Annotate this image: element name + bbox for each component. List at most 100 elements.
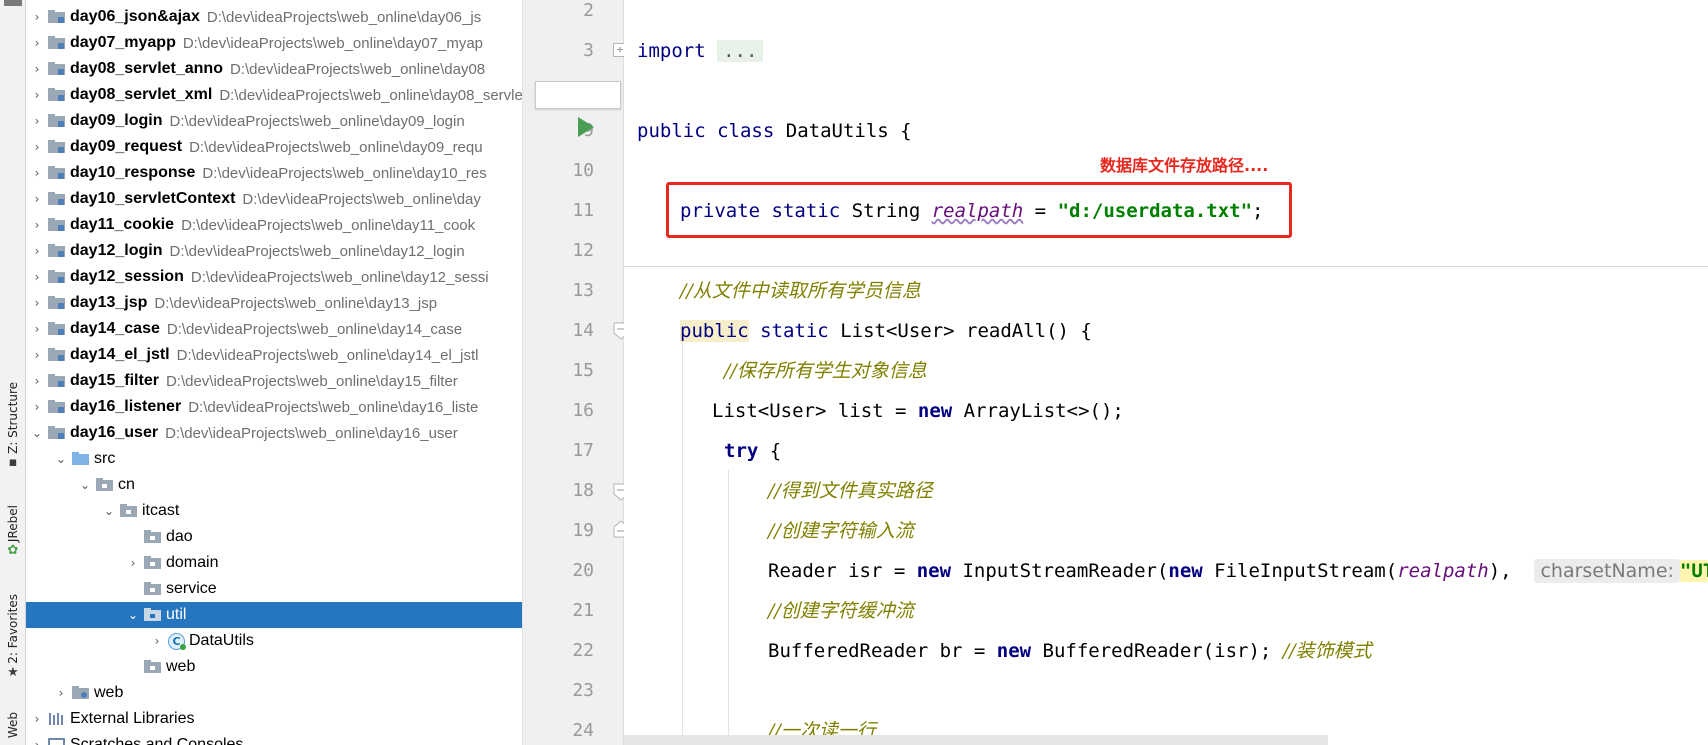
chevron-right-icon[interactable]: › xyxy=(30,244,44,258)
module-path: D:\dev\ideaProjects\web_online\day xyxy=(242,190,481,208)
tree-row-module[interactable]: › day09_request D:\dev\ideaProjects\web_… xyxy=(26,134,534,160)
tree-row-module[interactable]: › day08_servlet_anno D:\dev\ideaProjects… xyxy=(26,56,534,82)
code-editor[interactable]: import ... public class DataUtils { 数据库文… xyxy=(624,0,1708,745)
tree-row-scratches[interactable]: › Scratches and Consoles xyxy=(26,732,534,745)
chevron-right-icon[interactable]: › xyxy=(30,10,44,24)
folder-name: web xyxy=(94,684,124,701)
web-folder-icon xyxy=(72,686,90,700)
jrebel-tab-label: JRebel xyxy=(6,505,20,543)
chevron-right-icon[interactable]: › xyxy=(54,686,68,700)
tree-row-module[interactable]: › day06_json&ajax D:\dev\ideaProjects\we… xyxy=(26,4,534,30)
tree-row-module[interactable]: › day11_cookie D:\dev\ideaProjects\web_o… xyxy=(26,212,534,238)
tree-row-package[interactable]: ⌄ cn xyxy=(26,472,534,498)
chevron-right-icon[interactable]: › xyxy=(30,166,44,180)
source-folder-icon xyxy=(72,452,90,466)
keyword: static xyxy=(771,200,841,222)
chevron-down-icon[interactable]: ⌄ xyxy=(30,426,44,440)
code-text: BufferedReader(isr); xyxy=(1031,640,1283,662)
tree-row-src[interactable]: ⌄ src xyxy=(26,446,534,472)
chevron-right-icon[interactable]: › xyxy=(150,634,164,648)
comment: //创建字符缓冲流 xyxy=(768,600,914,622)
module-folder-icon xyxy=(48,348,66,362)
tree-row-module[interactable]: › day15_filter D:\dev\ideaProjects\web_o… xyxy=(26,368,534,394)
editor-horizontal-scrollbar[interactable] xyxy=(624,735,1328,745)
module-folder-icon xyxy=(48,296,66,310)
tree-row-external-libraries[interactable]: › External Libraries xyxy=(26,706,534,732)
tree-row-package[interactable]: › dao xyxy=(26,524,534,550)
chevron-right-icon[interactable]: › xyxy=(30,62,44,76)
tree-row-module[interactable]: › day13_jsp D:\dev\ideaProjects\web_onli… xyxy=(26,290,534,316)
package-name: web xyxy=(166,658,196,675)
folded-imports[interactable]: ... xyxy=(717,40,764,62)
comment: //保存所有学生对象信息 xyxy=(724,360,927,382)
jrebel-icon: ✿ xyxy=(7,543,19,559)
tree-row-module[interactable]: › day14_el_jstl D:\dev\ideaProjects\web_… xyxy=(26,342,534,368)
tree-row-module-expanded[interactable]: ⌄ day16_user D:\dev\ideaProjects\web_onl… xyxy=(26,420,534,446)
tree-row-module[interactable]: › day12_session D:\dev\ideaProjects\web_… xyxy=(26,264,534,290)
tree-row-module[interactable]: › day14_case D:\dev\ideaProjects\web_onl… xyxy=(26,316,534,342)
line-number: 2 xyxy=(583,0,594,21)
keyword: static xyxy=(760,320,829,342)
chevron-right-icon[interactable]: › xyxy=(30,738,44,745)
folder-name: src xyxy=(94,450,116,467)
favorites-tab[interactable]: 2: Favorites ★ xyxy=(2,594,24,680)
run-icon[interactable] xyxy=(578,117,594,137)
chevron-right-icon[interactable]: › xyxy=(30,36,44,50)
structure-icon: ▪ xyxy=(8,454,18,470)
chevron-down-icon[interactable]: ⌄ xyxy=(54,452,68,466)
web-tab[interactable]: Web xyxy=(2,712,24,738)
tree-row-folder[interactable]: › web xyxy=(26,680,534,706)
chevron-right-icon[interactable]: › xyxy=(30,400,44,414)
line-number: 17 xyxy=(572,440,594,461)
chevron-right-icon[interactable]: › xyxy=(30,140,44,154)
tree-row-module[interactable]: › day16_listener D:\dev\ideaProjects\web… xyxy=(26,394,534,420)
module-name: day10_servletContext xyxy=(70,190,236,207)
chevron-right-icon[interactable]: › xyxy=(30,270,44,284)
line-number: 10 xyxy=(572,160,594,181)
chevron-right-icon[interactable]: › xyxy=(30,88,44,102)
chevron-right-icon[interactable]: › xyxy=(30,218,44,232)
chevron-down-icon[interactable]: ⌄ xyxy=(126,608,140,622)
line-number: 24 xyxy=(572,720,594,741)
keyword: new xyxy=(1168,560,1203,582)
tree-row-module[interactable]: › day10_servletContext D:\dev\ideaProjec… xyxy=(26,186,534,212)
package-icon xyxy=(96,478,114,492)
package-name: cn xyxy=(118,476,135,493)
module-path: D:\dev\ideaProjects\web_online\day16_use… xyxy=(165,424,458,442)
chevron-right-icon[interactable]: › xyxy=(30,348,44,362)
module-name: day08_servlet_xml xyxy=(70,86,213,103)
tree-row-package[interactable]: › web xyxy=(26,654,534,680)
parameter-hint: charsetName: xyxy=(1534,559,1680,583)
tree-row-package[interactable]: › service xyxy=(26,576,534,602)
line-number: 21 xyxy=(572,600,594,621)
chevron-right-icon[interactable]: › xyxy=(30,114,44,128)
keyword: try xyxy=(724,440,759,462)
jrebel-tab[interactable]: JRebel ✿ xyxy=(2,505,24,558)
tree-row-module[interactable]: › day07_myapp D:\dev\ideaProjects\web_on… xyxy=(26,30,534,56)
tree-row-class[interactable]: › C DataUtils xyxy=(26,628,534,654)
chevron-right-icon[interactable]: › xyxy=(126,556,140,570)
chevron-right-icon[interactable]: › xyxy=(30,192,44,206)
module-folder-icon xyxy=(48,88,66,102)
chevron-down-icon[interactable]: ⌄ xyxy=(78,478,92,492)
code-line-comment: //得到文件真实路径 xyxy=(768,479,933,503)
code-line-comment: //保存所有学生对象信息 xyxy=(724,359,927,383)
chevron-down-icon[interactable]: ⌄ xyxy=(102,504,116,518)
project-panel-scrollbar[interactable] xyxy=(522,0,534,745)
tree-row-module[interactable]: › day09_login D:\dev\ideaProjects\web_on… xyxy=(26,108,534,134)
chevron-right-icon[interactable]: › xyxy=(30,712,44,726)
structure-tab[interactable]: Z: Structure ▪ xyxy=(2,382,24,470)
chevron-right-icon[interactable]: › xyxy=(30,296,44,310)
module-name: day12_login xyxy=(70,242,163,259)
tree-row-module[interactable]: › day12_login D:\dev\ideaProjects\web_on… xyxy=(26,238,534,264)
module-folder-icon xyxy=(48,270,66,284)
tree-row-package-selected[interactable]: ⌄ util xyxy=(26,602,534,628)
chevron-right-icon[interactable]: › xyxy=(30,322,44,336)
tree-row-module[interactable]: › day10_response D:\dev\ideaProjects\web… xyxy=(26,160,534,186)
tree-row-module[interactable]: › day08_servlet_xml D:\dev\ideaProjects\… xyxy=(26,82,534,108)
tree-row-package[interactable]: › domain xyxy=(26,550,534,576)
type-name: String xyxy=(851,200,921,222)
tree-row-package[interactable]: ⌄ itcast xyxy=(26,498,534,524)
chevron-right-icon[interactable]: › xyxy=(30,374,44,388)
class-icon: C xyxy=(168,632,186,650)
